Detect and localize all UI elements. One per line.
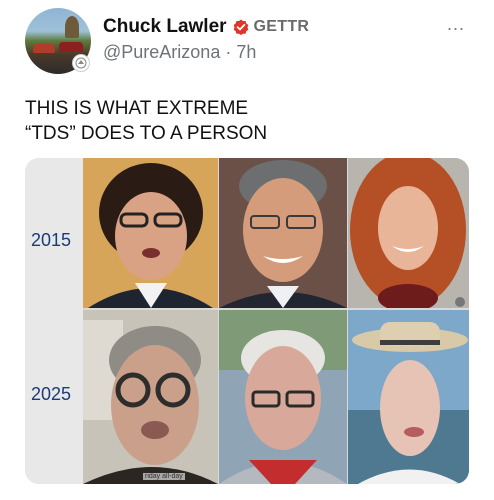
post-text: THIS IS WHAT EXTREME “TDS” DOES TO A PER… (25, 98, 268, 144)
avatar-tree (65, 16, 79, 38)
photo-caption: riday all-day (143, 473, 185, 480)
photo-top-middle (219, 158, 347, 308)
meta-separator: · (225, 42, 232, 62)
photo-bottom-left: riday all-day (83, 310, 218, 484)
photo-top-left (83, 158, 218, 308)
author-row: Chuck Lawler GETTR (103, 16, 309, 38)
post-time[interactable]: 7h (236, 42, 256, 62)
platform-label: GETTR (253, 18, 310, 35)
more-icon[interactable]: ... (447, 14, 465, 35)
year-label-2015: 2015 (31, 230, 72, 250)
year-label-2025: 2025 (31, 384, 72, 404)
author-handle[interactable]: @PureArizona (103, 42, 220, 62)
avatar-badge-icon (72, 54, 90, 72)
photo-top-right (348, 158, 469, 308)
avatar-car (59, 42, 83, 52)
photo-bottom-right (348, 310, 469, 484)
post-media[interactable]: 2015 2025 riday all-day (25, 158, 469, 484)
verified-icon (233, 19, 248, 35)
year-label-column: 2015 2025 (25, 158, 83, 484)
avatar-car (33, 44, 55, 53)
author-name[interactable]: Chuck Lawler (103, 16, 227, 38)
meta-row: @PureArizona · 7h (103, 42, 256, 63)
photo-bottom-middle (219, 310, 347, 484)
